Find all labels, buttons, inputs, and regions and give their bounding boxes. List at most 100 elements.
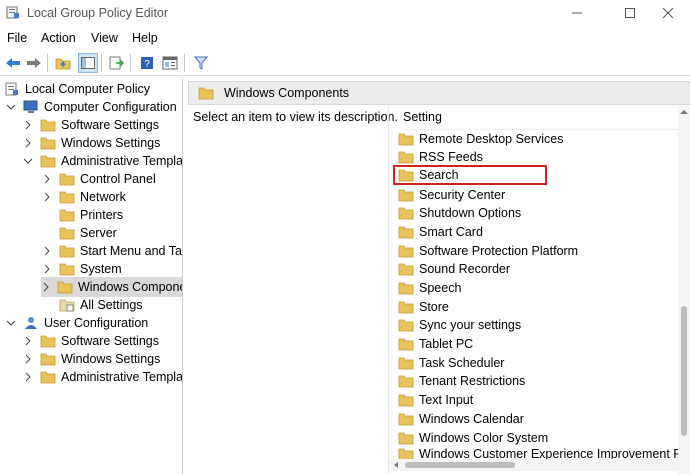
forward-arrow-icon[interactable] bbox=[24, 53, 44, 73]
export-list-icon[interactable] bbox=[107, 53, 127, 73]
list-item[interactable]: Smart Card bbox=[398, 223, 678, 241]
chevron-right-icon[interactable] bbox=[22, 119, 34, 131]
tree-item-network[interactable]: Network bbox=[41, 188, 126, 206]
chevron-right-icon[interactable] bbox=[41, 281, 51, 293]
list-item[interactable]: Software Protection Platform bbox=[398, 242, 678, 260]
chevron-right-icon[interactable] bbox=[22, 371, 34, 383]
folder-icon bbox=[398, 356, 414, 370]
list-item[interactable]: Store bbox=[398, 298, 678, 316]
menu-view[interactable]: View bbox=[91, 31, 118, 45]
tree-item-printers[interactable]: Printers bbox=[59, 206, 123, 224]
chevron-right-icon[interactable] bbox=[22, 137, 34, 149]
tree-item-local-computer-policy[interactable]: Local Computer Policy bbox=[4, 80, 150, 98]
scroll-left-arrow-icon[interactable] bbox=[392, 461, 400, 469]
tree-item-windows-components[interactable]: Windows Compone bbox=[41, 277, 182, 297]
list-item-label: Smart Card bbox=[419, 225, 483, 239]
list-item[interactable]: Speech bbox=[398, 279, 678, 297]
tree-item-control-panel[interactable]: Control Panel bbox=[41, 170, 156, 188]
folder-settings-icon bbox=[59, 298, 75, 312]
minimize-button[interactable] bbox=[554, 0, 600, 26]
tree-item-start-menu-and-taskbar[interactable]: Start Menu and Task bbox=[41, 242, 183, 260]
tree-item-user-administrative-templates[interactable]: Administrative Templat bbox=[22, 368, 182, 386]
list-item[interactable]: Windows Customer Experience Improvement … bbox=[398, 447, 678, 459]
tree-item-server[interactable]: Server bbox=[59, 224, 117, 242]
back-arrow-icon[interactable] bbox=[3, 53, 23, 73]
tree-item-software-settings[interactable]: Software Settings bbox=[22, 116, 159, 134]
vertical-scroll-thumb[interactable] bbox=[681, 306, 687, 436]
chevron-down-icon[interactable] bbox=[5, 101, 17, 113]
vertical-scrollbar[interactable] bbox=[678, 106, 690, 474]
list-item[interactable]: Tablet PC bbox=[398, 335, 678, 353]
close-button[interactable] bbox=[645, 0, 690, 26]
horizontal-scrollbar[interactable] bbox=[389, 459, 678, 471]
list-item[interactable]: Windows Color System bbox=[398, 429, 678, 447]
column-header-setting[interactable]: Setting bbox=[403, 106, 678, 130]
list-item[interactable]: Tenant Restrictions bbox=[398, 372, 678, 390]
folder-icon bbox=[59, 208, 75, 222]
chevron-down-icon[interactable] bbox=[22, 155, 34, 167]
list-item[interactable]: Sound Recorder bbox=[398, 260, 678, 278]
title-bar: Local Group Policy Editor bbox=[0, 0, 690, 26]
list-item[interactable]: Security Center bbox=[398, 186, 678, 204]
tree-item-administrative-templates[interactable]: Administrative Templat bbox=[22, 152, 183, 170]
folder-icon bbox=[40, 118, 56, 132]
chevron-right-icon[interactable] bbox=[22, 335, 34, 347]
chevron-down-icon[interactable] bbox=[5, 317, 17, 329]
folder-icon bbox=[398, 318, 414, 332]
menu-action[interactable]: Action bbox=[41, 31, 76, 45]
list-item-label: Text Input bbox=[419, 393, 474, 407]
menu-help[interactable]: Help bbox=[132, 31, 158, 45]
chevron-right-icon[interactable] bbox=[22, 353, 34, 365]
tree-item-user-software-settings[interactable]: Software Settings bbox=[22, 332, 159, 350]
tree-item-label: Network bbox=[80, 190, 126, 204]
folder-icon bbox=[398, 244, 414, 258]
list-item[interactable]: Task Scheduler bbox=[398, 354, 678, 372]
chevron-right-icon[interactable] bbox=[41, 263, 53, 275]
tree-item-label: Administrative Templat bbox=[61, 154, 183, 168]
list-item[interactable]: Remote Desktop Services bbox=[398, 130, 678, 148]
folder-icon bbox=[40, 136, 56, 150]
list-item[interactable]: Windows Calendar bbox=[398, 410, 678, 428]
policy-editor-icon bbox=[6, 5, 20, 19]
folder-icon bbox=[398, 374, 414, 388]
chevron-right-icon[interactable] bbox=[41, 173, 53, 185]
tree-item-user-windows-settings[interactable]: Windows Settings bbox=[22, 350, 160, 368]
tree-item-windows-settings[interactable]: Windows Settings bbox=[22, 134, 160, 152]
tree-item-all-settings[interactable]: All Settings bbox=[59, 296, 143, 314]
list-item-label: Windows Customer Experience Improvement … bbox=[419, 447, 678, 459]
tree-item-label: Start Menu and Task bbox=[80, 244, 183, 258]
horizontal-scroll-thumb[interactable] bbox=[405, 462, 515, 468]
folder-icon bbox=[59, 172, 75, 186]
up-folder-icon[interactable] bbox=[53, 53, 73, 73]
list-item-label: Sound Recorder bbox=[419, 262, 511, 276]
properties-icon[interactable] bbox=[160, 53, 180, 73]
list-item-label: Tablet PC bbox=[419, 337, 474, 351]
list-item-search-highlighted[interactable]: Search bbox=[393, 165, 547, 185]
list-item[interactable]: Shutdown Options bbox=[398, 204, 678, 222]
pane-divider[interactable] bbox=[388, 106, 389, 474]
scroll-up-arrow-icon[interactable] bbox=[679, 108, 689, 116]
chevron-right-icon[interactable] bbox=[41, 245, 53, 257]
menu-file[interactable]: File bbox=[7, 31, 27, 45]
folder-icon bbox=[40, 370, 56, 384]
toolbar-separator bbox=[47, 54, 48, 72]
list-item-label: Remote Desktop Services bbox=[419, 132, 564, 146]
list-item-label: Tenant Restrictions bbox=[419, 374, 526, 388]
show-hide-tree-icon[interactable] bbox=[78, 53, 98, 73]
help-icon[interactable]: ? bbox=[137, 53, 157, 73]
toolbar-separator bbox=[184, 54, 185, 72]
tree-item-computer-configuration[interactable]: Computer Configuration bbox=[5, 98, 177, 116]
toolbar: ? bbox=[0, 50, 690, 76]
list-item[interactable]: Sync your settings bbox=[398, 316, 678, 334]
folder-icon bbox=[398, 188, 414, 202]
details-pane: Windows Components Select an item to vie… bbox=[188, 79, 690, 474]
tree-item-label: System bbox=[80, 262, 122, 276]
list-item[interactable]: RSS Feeds bbox=[398, 148, 678, 166]
tree-item-system[interactable]: System bbox=[41, 260, 122, 278]
list-item-label: Software Protection Platform bbox=[419, 244, 579, 258]
tree-item-user-configuration[interactable]: User Configuration bbox=[5, 314, 148, 332]
filter-icon[interactable] bbox=[191, 53, 211, 73]
chevron-right-icon[interactable] bbox=[41, 191, 53, 203]
folder-icon bbox=[398, 225, 414, 239]
list-item[interactable]: Text Input bbox=[398, 391, 678, 409]
